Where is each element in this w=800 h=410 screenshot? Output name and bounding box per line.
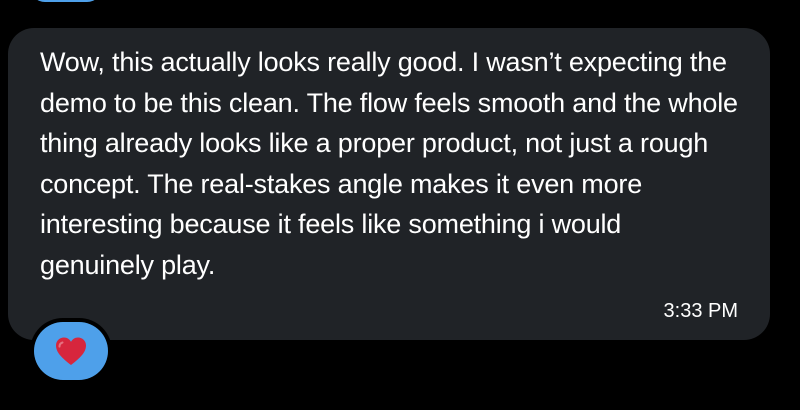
heart-icon <box>56 337 86 365</box>
heart-reaction-button[interactable] <box>34 322 108 380</box>
conversation-view: Wow, this actually looks really good. I … <box>0 0 800 410</box>
message-bubble[interactable]: Wow, this actually looks really good. I … <box>8 28 770 340</box>
previous-reaction-pill[interactable] <box>30 0 102 2</box>
message-text: Wow, this actually looks really good. I … <box>40 47 738 280</box>
message-timestamp: 3:33 PM <box>663 300 738 322</box>
